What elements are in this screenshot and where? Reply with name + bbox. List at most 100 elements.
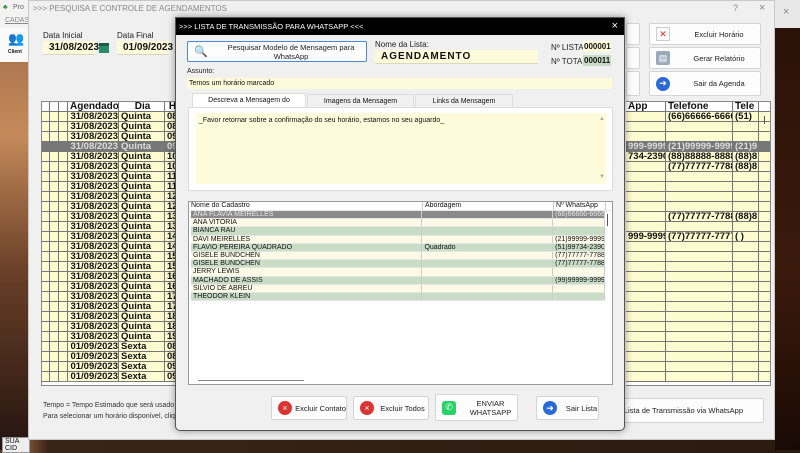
table-row[interactable] <box>626 312 770 322</box>
table-row[interactable]: 31/08/2023 Quinta 14 <box>42 232 187 242</box>
list-item[interactable]: FLAVIO PEREIRA QUADRADO Quadrado (51)99734… <box>191 243 605 252</box>
table-row[interactable]: 31/08/2023 Quinta 09 <box>42 132 187 142</box>
table-row[interactable] <box>626 172 770 182</box>
outer-close-icon[interactable]: × <box>783 6 789 18</box>
sair-agenda-button[interactable]: ➜ Sair da Agenda <box>649 71 761 96</box>
tab-links[interactable]: Links da Mensagem WhatsApp <box>415 94 513 118</box>
table-row[interactable] <box>626 292 770 302</box>
table-row[interactable]: 31/08/2023 Quinta 13 <box>42 212 187 222</box>
table-row[interactable] <box>626 252 770 262</box>
tab-descreva-mensagem[interactable]: Descreva a Mensagem do WhatsApp <box>192 93 306 117</box>
tray-icon[interactable]: ▦ <box>780 435 789 446</box>
table-row[interactable] <box>626 342 770 352</box>
table-row[interactable] <box>626 262 770 272</box>
excluir-todos-button[interactable]: × Excluir Todos <box>353 396 429 420</box>
list-item[interactable]: ANA FLAVIA MEIRELLES (66)66666-6666 <box>191 211 605 220</box>
table-row[interactable]: 31/08/2023 Quinta 11 <box>42 182 187 192</box>
list-item[interactable]: GISELE BUNDCHEN (77)77777-7788 <box>191 251 605 261</box>
message-textarea[interactable]: _Favor retornar sobre a confirmação do s… <box>196 113 606 184</box>
table-row[interactable]: 01/09/2023 Sexta 08 <box>42 342 187 352</box>
table-row[interactable] <box>626 272 770 282</box>
hidden-button-3[interactable] <box>626 71 640 96</box>
table-row[interactable]: 31/08/2023 Quinta 12 <box>42 202 187 212</box>
tab-imagens[interactable]: Imagens da Mensagem WhatsApp <box>307 94 414 118</box>
pesquisar-modelo-button[interactable]: 🔍 Pesquisar Modelo de Mensagem para Whats… <box>187 41 367 62</box>
table-row[interactable] <box>626 122 770 132</box>
hidden-button-2[interactable] <box>626 47 640 69</box>
table-row[interactable]: 31/08/2023 Quinta 17 <box>42 302 187 312</box>
table-row[interactable]: 31/08/2023 Quinta 08 <box>42 112 187 122</box>
list-vertical-scrollbar[interactable] <box>607 214 608 226</box>
agenda-grid-right[interactable]: App Telefone Tele (66)66666-6666 (51) 999-999… <box>626 101 771 386</box>
table-row[interactable]: 31/08/2023 Quinta 10 <box>42 152 187 162</box>
list-item[interactable]: SILVIO DE ABREU <box>191 284 605 293</box>
table-row[interactable]: (66)66666-6666 (51) <box>626 112 770 122</box>
table-row[interactable]: 31/08/2023 Quinta 12 <box>42 192 187 202</box>
close-button[interactable]: × <box>759 2 765 14</box>
table-row[interactable]: 31/08/2023 Quinta 15 <box>42 262 187 272</box>
contacts-list[interactable]: Nome do Cadastro Abordagem Nº WhatsApp ANA … <box>188 201 613 385</box>
sair-lista-button[interactable]: ➜ Sair Lista <box>536 396 599 420</box>
enviar-whatsapp-button[interactable]: ✆ ENVIAR WHATSAPP <box>435 394 518 421</box>
table-row[interactable]: 01/09/2023 Sexta 08 <box>42 352 187 362</box>
list-item[interactable]: JERRY LEWIS <box>191 268 605 277</box>
table-row[interactable]: 31/08/2023 Quinta 17 <box>42 292 187 302</box>
data-inicial-input[interactable]: 31/08/2023 <box>43 41 99 55</box>
table-row[interactable]: 31/08/2023 Quinta 18 <box>42 322 187 332</box>
table-row[interactable]: 999-9999 (77)77777-7777( ) <box>626 232 770 242</box>
list-item[interactable]: GISELE BUNDCHEN (77)77777-7788 <box>191 260 605 269</box>
table-row[interactable]: (77)77777-7788 (88)8 <box>626 162 770 172</box>
dialog-close-button[interactable]: × <box>612 18 618 35</box>
table-row[interactable] <box>626 222 770 232</box>
table-row[interactable] <box>626 322 770 332</box>
list-item[interactable]: BIANCA RAU <box>191 227 605 236</box>
table-row[interactable] <box>626 192 770 202</box>
table-row[interactable]: 734-2390 (88)88888-8888 (88)8 <box>626 152 770 162</box>
table-row[interactable] <box>626 132 770 142</box>
table-row[interactable] <box>626 332 770 342</box>
list-horizontal-scrollbar[interactable] <box>198 380 304 381</box>
table-row[interactable]: 31/08/2023 Quinta 10 <box>42 162 187 172</box>
scroll-down-icon[interactable]: ▼ <box>599 174 605 180</box>
agenda-grid-left[interactable]: AgendadoDiaHo31/08/2023Quinta0831/08/202… <box>41 101 188 386</box>
table-row[interactable] <box>626 302 770 312</box>
data-final-input[interactable]: 01/09/2023 <box>117 41 173 55</box>
menu-cadastro[interactable]: CADAS <box>5 17 29 24</box>
gerar-relatorio-button[interactable]: ▤ Gerar Relatório <box>649 47 761 69</box>
calendar-icon[interactable] <box>99 43 109 53</box>
table-row[interactable]: 31/08/2023 Quinta 13 <box>42 222 187 232</box>
assunto-input[interactable]: Temos um horário marcado <box>187 78 612 89</box>
nome-lista-input[interactable]: AGENDAMENTO <box>375 50 538 64</box>
horizontal-scrollbar[interactable] <box>52 381 78 382</box>
help-button[interactable]: ? <box>733 3 738 13</box>
scroll-up-icon[interactable]: ▲ <box>599 116 605 122</box>
list-item[interactable]: ANA VITÓRIA <box>191 219 605 228</box>
table-row[interactable] <box>626 362 770 372</box>
table-row[interactable] <box>626 242 770 252</box>
list-item[interactable]: MACHADO DE ASSIS (99)99999-9999 <box>191 276 605 285</box>
table-row[interactable]: (77)77777-7788 (88)8 <box>626 212 770 222</box>
hidden-button-1[interactable] <box>626 23 640 45</box>
table-row[interactable]: 31/08/2023 Quinta 19 <box>42 332 187 342</box>
table-row[interactable] <box>626 282 770 292</box>
clients-button[interactable]: 👥 Client <box>8 32 26 56</box>
list-item[interactable]: DAVI MEIRELLES (21)99999-9999 <box>191 235 605 244</box>
table-row[interactable] <box>626 202 770 212</box>
table-row[interactable]: 01/09/2023 Sexta 09 <box>42 362 187 372</box>
table-row[interactable]: 31/08/2023 Quinta 08 <box>42 122 187 132</box>
table-row[interactable] <box>626 352 770 362</box>
table-row[interactable]: 31/08/2023 Quinta 11 <box>42 172 187 182</box>
table-row[interactable]: 31/08/2023 Quinta 14 <box>42 242 187 252</box>
table-row[interactable] <box>626 182 770 192</box>
list-item[interactable]: THEODOR KLEIN <box>191 292 605 302</box>
table-row[interactable]: 31/08/2023 Quinta 15 <box>42 252 187 262</box>
excluir-contato-button[interactable]: × Excluir Contato <box>271 396 347 420</box>
vertical-scrollbar[interactable] <box>764 116 765 124</box>
table-row[interactable]: 31/08/2023 Quinta 16 <box>42 282 187 292</box>
table-row[interactable]: 31/08/2023 Quinta 09 <box>42 142 187 152</box>
table-row[interactable]: 31/08/2023 Quinta 18 <box>42 312 187 322</box>
table-row[interactable]: 31/08/2023 Quinta 16 <box>42 272 187 282</box>
table-row[interactable]: 999-9999 (21)99999-9999 (21)9 <box>626 142 770 152</box>
excluir-horario-button[interactable]: ✕ Excluir Horário <box>649 23 761 45</box>
table-row[interactable] <box>626 372 770 382</box>
